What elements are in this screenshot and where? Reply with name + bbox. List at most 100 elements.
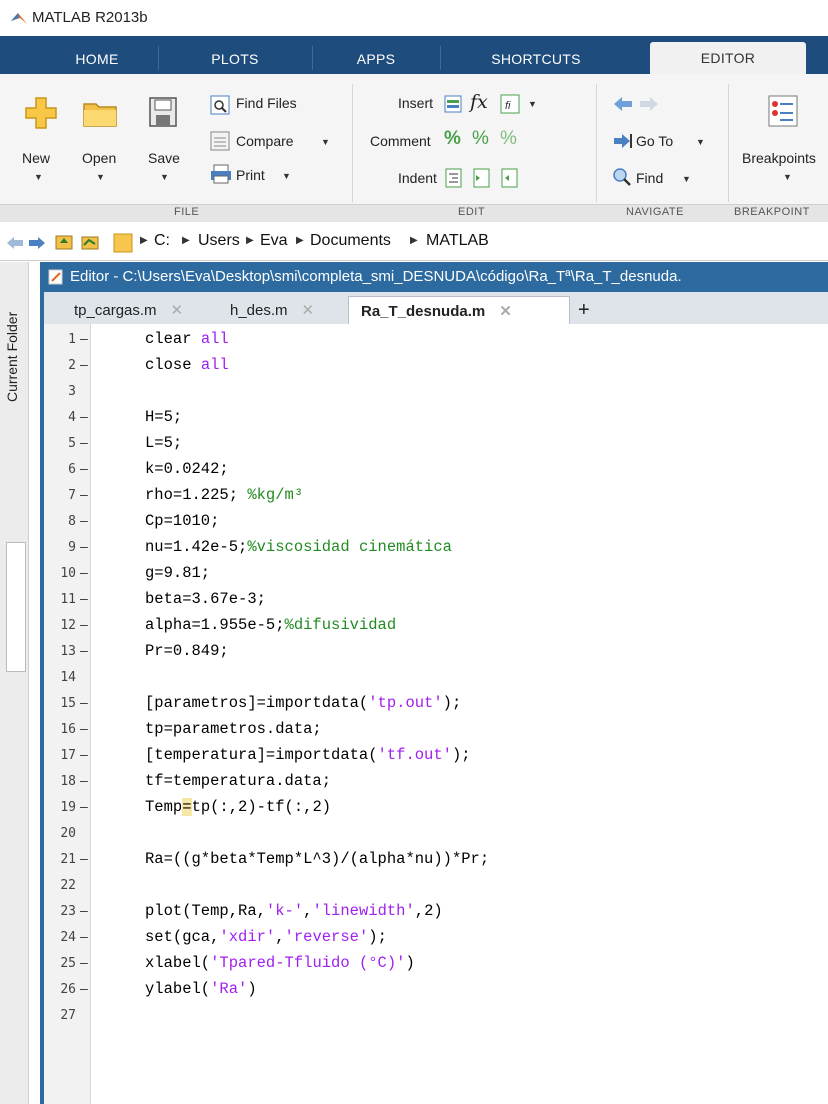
go-to-button[interactable]: Go To — [636, 133, 673, 149]
code-line[interactable]: tf=temperatura.data; — [145, 772, 331, 790]
code-line[interactable]: tp=parametros.data; — [145, 720, 322, 738]
compare-icon[interactable] — [210, 130, 232, 152]
decrease-indent-icon[interactable] — [500, 168, 520, 188]
code-line[interactable]: Temp=tp(:,2)-tf(:,2) — [145, 798, 331, 816]
breakpoint-marker[interactable]: – — [80, 800, 88, 815]
code-line[interactable]: xlabel('Tpared-Tfluido (°C)') — [145, 954, 415, 972]
code-line[interactable]: beta=3.67e-3; — [145, 590, 266, 608]
close-icon[interactable]: ✕ — [499, 302, 512, 320]
breadcrumb-item[interactable]: Users — [198, 232, 240, 250]
code-line[interactable]: plot(Temp,Ra,'k-','linewidth',2) — [145, 902, 443, 920]
code-line[interactable]: nu=1.42e-5;%viscosidad cinemática — [145, 538, 452, 556]
chevron-down-icon[interactable]: ▼ — [160, 172, 169, 182]
up-folder-icon[interactable] — [54, 232, 74, 252]
breakpoint-marker[interactable]: – — [80, 332, 88, 347]
breakpoint-marker[interactable]: – — [80, 982, 88, 997]
find-button[interactable]: Find — [636, 170, 663, 186]
new-icon[interactable] — [24, 96, 58, 130]
breakpoint-marker[interactable]: – — [80, 696, 88, 711]
breakpoint-marker[interactable]: – — [80, 592, 88, 607]
insert-section-icon[interactable] — [444, 94, 464, 114]
code-line[interactable]: set(gca,'xdir','reverse'); — [145, 928, 387, 946]
find-files-icon[interactable] — [210, 94, 232, 116]
breakpoints-icon[interactable] — [766, 94, 800, 128]
wrap-comments-icon[interactable]: % — [500, 128, 517, 150]
increase-indent-icon[interactable] — [472, 168, 492, 188]
editor-tab[interactable]: tp_cargas.m ✕ — [62, 296, 214, 324]
breakpoint-marker[interactable]: – — [80, 904, 88, 919]
breakpoint-marker[interactable]: – — [80, 462, 88, 477]
print-icon[interactable] — [210, 164, 232, 184]
code-line[interactable]: [temperatura]=importdata('tf.out'); — [145, 746, 471, 764]
breakpoint-marker[interactable]: – — [80, 618, 88, 633]
find-icon[interactable] — [612, 167, 632, 187]
tab-plots[interactable]: PLOTS — [160, 44, 310, 74]
tab-home[interactable]: HOME — [38, 44, 156, 74]
breakpoint-marker[interactable]: – — [80, 852, 88, 867]
code-line[interactable]: close all — [145, 356, 229, 374]
breakpoints-button[interactable]: Breakpoints — [742, 150, 816, 166]
chevron-down-icon[interactable]: ▼ — [34, 172, 43, 182]
tab-editor[interactable]: EDITOR — [650, 42, 806, 74]
back-icon[interactable] — [6, 236, 24, 250]
breakpoint-marker[interactable]: – — [80, 774, 88, 789]
code-line[interactable]: rho=1.225; %kg/m³ — [145, 486, 303, 504]
code-line[interactable]: k=0.0242; — [145, 460, 229, 478]
breakpoint-marker[interactable]: – — [80, 358, 88, 373]
breakpoint-marker[interactable]: – — [80, 930, 88, 945]
back-arrow-icon[interactable] — [612, 95, 634, 113]
code-line[interactable]: L=5; — [145, 434, 182, 452]
close-icon[interactable]: ✕ — [302, 301, 315, 319]
breakpoint-marker[interactable]: – — [80, 644, 88, 659]
code-line[interactable]: Pr=0.849; — [145, 642, 229, 660]
current-folder-label[interactable]: Current Folder — [4, 312, 20, 402]
code-line[interactable]: g=9.81; — [145, 564, 210, 582]
insert-function-icon[interactable]: fx — [470, 91, 488, 113]
insert-function-template-icon[interactable]: fi — [500, 94, 520, 114]
code-line[interactable]: alpha=1.955e-5;%difusividad — [145, 616, 396, 634]
chevron-down-icon[interactable]: ▼ — [783, 172, 792, 182]
code-line[interactable]: [parametros]=importdata('tp.out'); — [145, 694, 461, 712]
editor-tab-active[interactable]: Ra_T_desnuda.m ✕ — [348, 296, 570, 325]
forward-arrow-icon[interactable] — [638, 95, 660, 113]
tab-apps[interactable]: APPS — [314, 44, 438, 74]
breakpoint-marker[interactable]: – — [80, 540, 88, 555]
code-line[interactable]: Ra=((g*beta*Temp*L^3)/(alpha*nu))*Pr; — [145, 850, 489, 868]
breakpoint-marker[interactable]: – — [80, 488, 88, 503]
breadcrumb-item[interactable]: MATLAB — [426, 232, 489, 250]
save-icon[interactable] — [148, 96, 178, 128]
new-button[interactable]: New — [22, 150, 50, 166]
breakpoint-marker[interactable]: – — [80, 436, 88, 451]
breadcrumb-item[interactable]: Documents — [310, 232, 391, 250]
chevron-down-icon[interactable]: ▼ — [321, 137, 330, 147]
breakpoint-marker[interactable]: – — [80, 566, 88, 581]
folder-open-icon[interactable] — [82, 98, 118, 128]
breakpoint-marker[interactable]: – — [80, 748, 88, 763]
comment-icon[interactable]: % — [444, 128, 461, 150]
breakpoint-marker[interactable]: – — [80, 956, 88, 971]
save-button[interactable]: Save — [148, 150, 180, 166]
chevron-down-icon[interactable]: ▼ — [528, 99, 537, 109]
code-line[interactable]: Cp=1010; — [145, 512, 219, 530]
compare-button[interactable]: Compare — [236, 133, 294, 149]
breakpoint-marker[interactable]: – — [80, 514, 88, 529]
chevron-down-icon[interactable]: ▼ — [696, 137, 705, 147]
breakpoint-marker[interactable]: – — [80, 722, 88, 737]
close-icon[interactable]: ✕ — [171, 301, 184, 319]
chevron-down-icon[interactable]: ▼ — [96, 172, 105, 182]
code-line[interactable]: ylabel('Ra') — [145, 980, 257, 998]
breakpoint-marker[interactable]: – — [80, 410, 88, 425]
smart-indent-icon[interactable] — [444, 168, 464, 188]
code-line[interactable]: H=5; — [145, 408, 182, 426]
add-tab-button[interactable]: + — [568, 296, 618, 324]
print-button[interactable]: Print — [236, 167, 265, 183]
breadcrumb-item[interactable]: Eva — [260, 232, 288, 250]
browse-folder-icon[interactable] — [80, 232, 100, 252]
forward-icon[interactable] — [28, 236, 46, 250]
tab-shortcuts[interactable]: SHORTCUTS — [444, 44, 628, 74]
breadcrumb-item[interactable]: C: — [154, 232, 170, 250]
open-button[interactable]: Open — [82, 150, 116, 166]
uncomment-icon[interactable]: % — [472, 128, 489, 150]
code-line[interactable]: clear all — [145, 330, 229, 348]
chevron-down-icon[interactable]: ▼ — [282, 171, 291, 181]
